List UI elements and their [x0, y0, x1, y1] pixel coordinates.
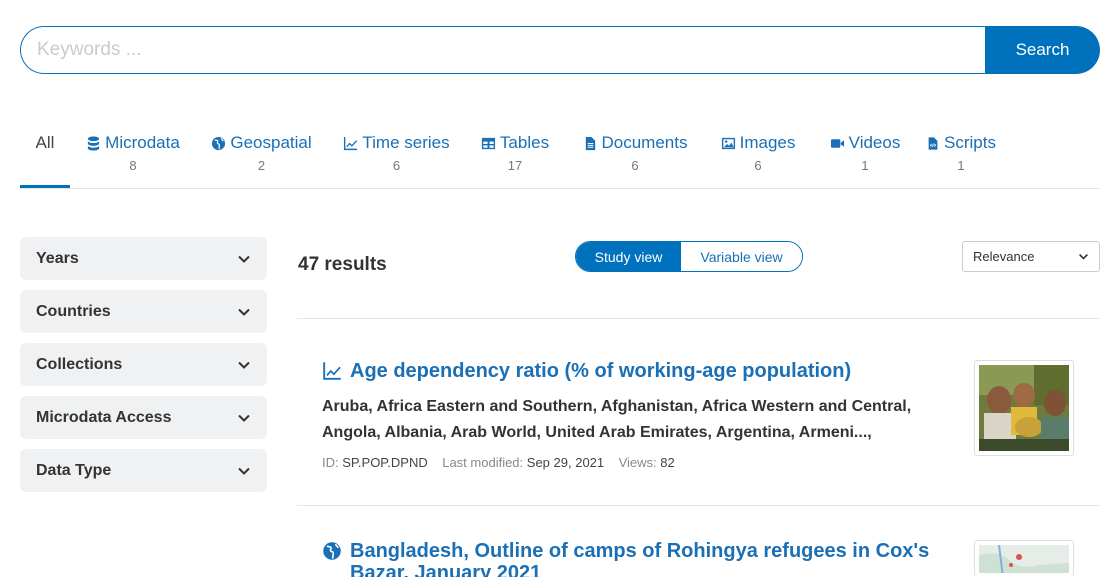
tab-label: Images	[739, 133, 796, 152]
tab-label: Videos	[848, 133, 901, 152]
facet-collections[interactable]: Collections	[20, 343, 267, 386]
tab-all[interactable]: All	[20, 120, 70, 188]
id-value: SP.POP.DPND	[342, 455, 428, 470]
search-bar: Search	[20, 26, 1100, 74]
tab-count: 6	[392, 158, 401, 173]
line-chart-icon	[344, 136, 358, 150]
study-view-button[interactable]: Study view	[576, 242, 682, 271]
divider	[297, 318, 1100, 319]
tab-count: 2	[257, 158, 266, 173]
view-toggle: Study view Variable view	[575, 241, 803, 272]
tab-count: 6	[631, 158, 639, 173]
facet-label: Collections	[36, 355, 123, 373]
script-icon	[928, 136, 938, 150]
tab-images[interactable]: Images 6	[715, 120, 801, 188]
tab-geospatial[interactable]: Geospatial 2	[210, 120, 313, 188]
result-title: Age dependency ratio (% of working-age p…	[350, 360, 852, 382]
tab-time-series[interactable]: Time series 6	[341, 120, 452, 188]
tab-label: Geospatial	[230, 133, 312, 152]
facet-label: Countries	[36, 302, 111, 320]
type-tabs: All Microdata 8 Geospatial 2 Time series…	[20, 120, 1100, 189]
result-item: Age dependency ratio (% of working-age p…	[322, 360, 962, 470]
result-item: Bangladesh, Outline of camps of Rohingya…	[322, 540, 962, 577]
tab-label: Scripts	[944, 133, 996, 152]
facet-data-type[interactable]: Data Type	[20, 449, 267, 492]
views-label: Views:	[618, 455, 657, 470]
result-countries: Aruba, Africa Eastern and Southern, Afgh…	[322, 398, 912, 441]
sort-select[interactable]: Relevance	[962, 241, 1100, 272]
image-icon	[721, 137, 735, 149]
database-icon	[88, 135, 100, 151]
chevron-down-icon	[238, 361, 250, 369]
tab-videos[interactable]: Videos 1	[824, 120, 906, 188]
result-title: Bangladesh, Outline of camps of Rohingya…	[350, 540, 930, 577]
search-input[interactable]	[20, 26, 985, 74]
result-thumbnail[interactable]	[974, 360, 1074, 456]
chevron-down-icon	[1079, 253, 1088, 260]
globe-icon	[212, 136, 226, 150]
tab-count: 8	[129, 158, 137, 173]
search-button[interactable]: Search	[985, 26, 1100, 74]
tab-count: 6	[754, 158, 762, 173]
result-meta: ID: SP.POP.DPND Last modified: Sep 29, 2…	[322, 455, 962, 470]
facet-label: Microdata Access	[36, 408, 172, 426]
facet-microdata-access[interactable]: Microdata Access	[20, 396, 267, 439]
facet-years[interactable]: Years	[20, 237, 267, 280]
modified-value: Sep 29, 2021	[526, 455, 605, 470]
result-thumbnail[interactable]	[974, 540, 1074, 577]
views-value: 82	[660, 455, 675, 470]
result-title-link[interactable]: Age dependency ratio (% of working-age p…	[322, 360, 962, 382]
tab-label: Time series	[362, 133, 450, 152]
line-chart-icon	[323, 362, 341, 380]
result-title-link[interactable]: Bangladesh, Outline of camps of Rohingya…	[322, 540, 962, 577]
tab-microdata[interactable]: Microdata 8	[83, 120, 183, 188]
thumbnail-map	[979, 545, 1069, 573]
tab-tables[interactable]: Tables 17	[480, 120, 550, 188]
tab-scripts[interactable]: Scripts 1	[926, 120, 996, 188]
facet-countries[interactable]: Countries	[20, 290, 267, 333]
chevron-down-icon	[238, 414, 250, 422]
chevron-down-icon	[238, 255, 250, 263]
tab-label: Microdata	[105, 133, 180, 152]
tab-label: Tables	[499, 133, 550, 152]
globe-icon	[323, 542, 341, 560]
chevron-down-icon	[238, 467, 250, 475]
thumbnail-photo	[979, 365, 1069, 451]
tab-documents[interactable]: Documents 6	[581, 120, 689, 188]
tab-count: 17	[507, 158, 523, 173]
divider	[297, 505, 1100, 506]
results-count: 47 results	[298, 254, 387, 275]
id-label: ID:	[322, 455, 339, 470]
facet-label: Data Type	[36, 461, 112, 479]
tab-count: 1	[957, 158, 965, 173]
chevron-down-icon	[238, 308, 250, 316]
video-icon	[830, 138, 844, 148]
tab-label: Documents	[601, 133, 688, 152]
facet-label: Years	[36, 249, 79, 267]
variable-view-button[interactable]: Variable view	[681, 242, 802, 271]
document-icon	[585, 136, 595, 150]
sort-select-value: Relevance	[973, 249, 1035, 264]
tab-label: All	[35, 133, 55, 152]
table-icon	[481, 137, 495, 149]
modified-label: Last modified:	[442, 455, 524, 470]
tab-count: 1	[861, 158, 869, 173]
